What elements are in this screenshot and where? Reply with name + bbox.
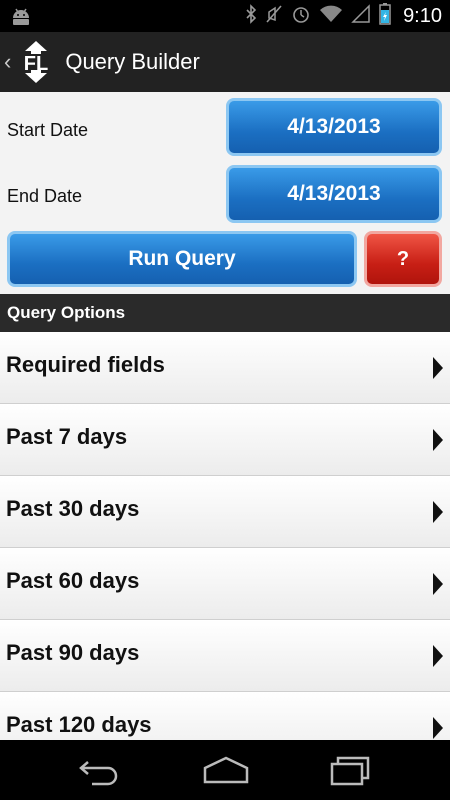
list-item[interactable]: Past 120 days bbox=[0, 692, 450, 740]
up-navigation-icon[interactable]: ‹ bbox=[4, 49, 11, 75]
chevron-right-icon bbox=[432, 572, 444, 601]
list-item[interactable]: Required fields bbox=[0, 332, 450, 404]
app-logo[interactable]: FL bbox=[13, 39, 59, 85]
chevron-right-icon bbox=[432, 428, 444, 457]
chevron-right-icon bbox=[432, 644, 444, 673]
mute-icon bbox=[265, 4, 283, 29]
list-item-label: Past 60 days bbox=[6, 568, 140, 593]
clock-time: 9:10 bbox=[403, 4, 442, 27]
battery-icon bbox=[379, 2, 391, 30]
signal-icon bbox=[351, 3, 371, 29]
android-icon bbox=[10, 6, 32, 31]
help-button[interactable]: ? bbox=[364, 231, 442, 287]
back-icon[interactable] bbox=[78, 754, 122, 791]
chevron-right-icon bbox=[432, 716, 444, 740]
list-item-label: Required fields bbox=[6, 352, 165, 377]
start-date-label: Start Date bbox=[7, 120, 89, 140]
start-date-button[interactable]: 4/13/2013 bbox=[226, 98, 442, 156]
logo-text: FL bbox=[24, 53, 48, 75]
wifi-icon bbox=[319, 4, 343, 29]
query-options-list: Required fields Past 7 days Past 30 days… bbox=[0, 332, 450, 740]
list-item[interactable]: Past 90 days bbox=[0, 620, 450, 692]
list-item-label: Past 120 days bbox=[6, 712, 152, 737]
bluetooth-icon bbox=[245, 3, 257, 29]
list-item[interactable]: Past 30 days bbox=[0, 476, 450, 548]
run-query-button[interactable]: Run Query bbox=[7, 231, 357, 287]
end-date-button[interactable]: 4/13/2013 bbox=[226, 165, 442, 223]
query-options-header: Query Options bbox=[0, 294, 450, 332]
date-form: Start Date 4/13/2013 End Date 4/13/2013 … bbox=[0, 92, 450, 294]
home-icon[interactable] bbox=[202, 754, 250, 791]
chevron-right-icon bbox=[432, 500, 444, 529]
recent-apps-icon[interactable] bbox=[328, 754, 372, 791]
list-item[interactable]: Past 7 days bbox=[0, 404, 450, 476]
list-item-label: Past 30 days bbox=[6, 496, 140, 521]
status-bar: 9:10 bbox=[0, 0, 450, 32]
page-title: Query Builder bbox=[65, 49, 200, 74]
alarm-icon bbox=[291, 4, 311, 29]
chevron-right-icon bbox=[432, 356, 444, 385]
end-date-label: End Date bbox=[7, 186, 83, 206]
action-bar: ‹ FL Query Builder bbox=[0, 32, 450, 92]
list-item[interactable]: Past 60 days bbox=[0, 548, 450, 620]
navigation-bar bbox=[0, 740, 450, 800]
list-item-label: Past 7 days bbox=[6, 424, 128, 449]
list-item-label: Past 90 days bbox=[6, 640, 140, 665]
